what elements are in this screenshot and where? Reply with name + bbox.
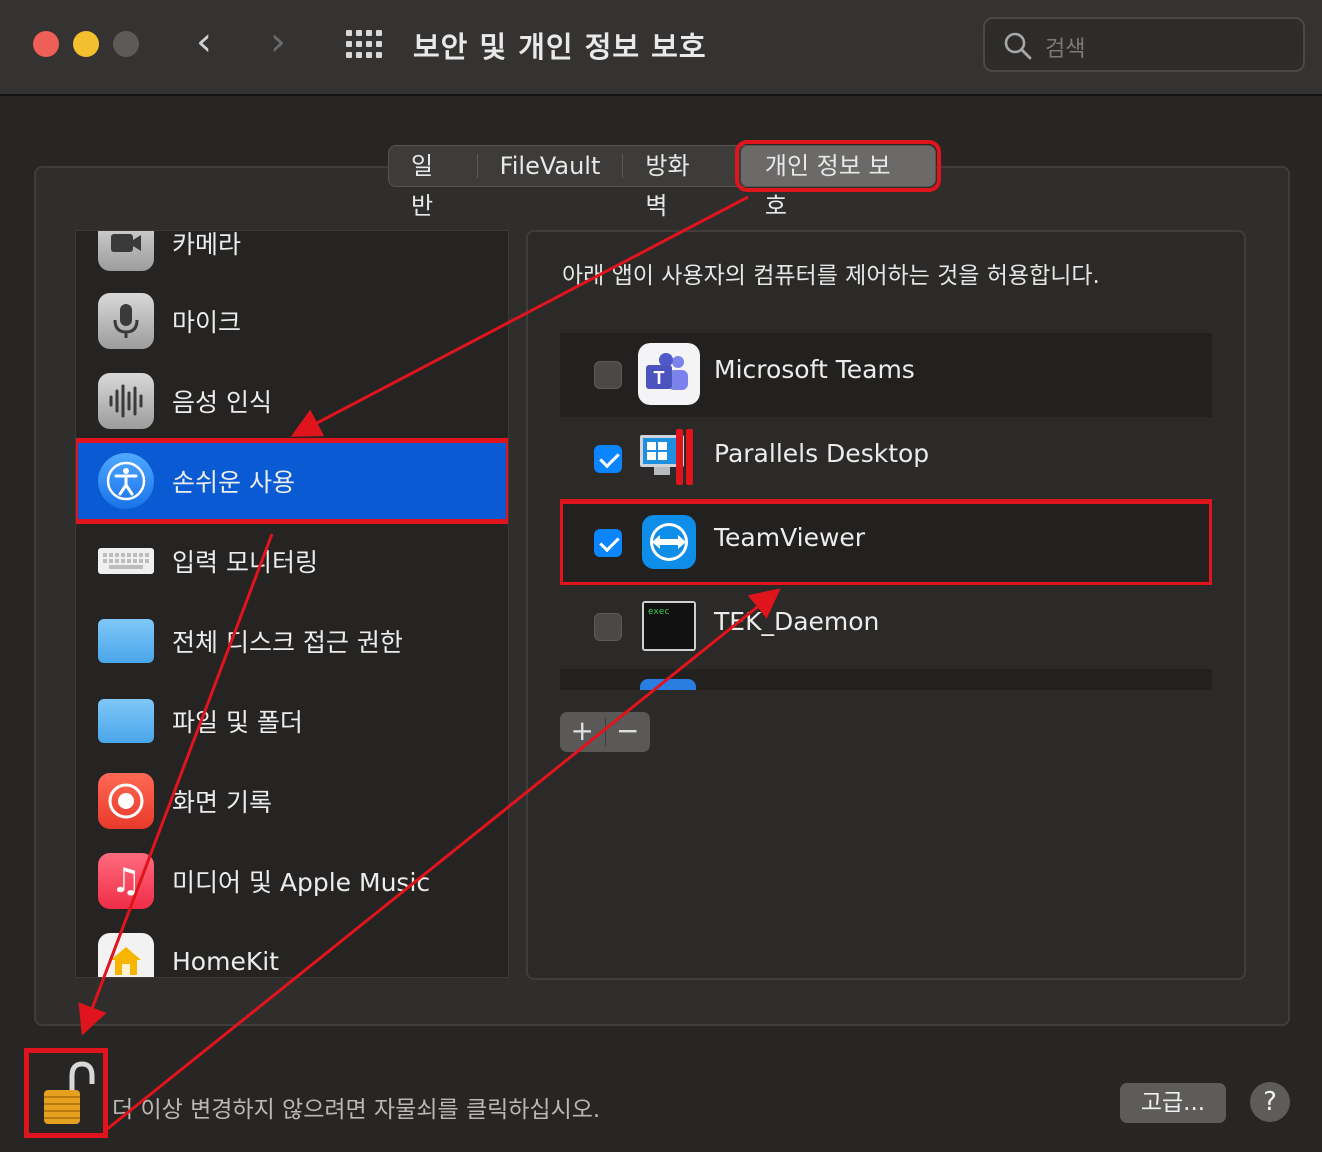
teamviewer-icon (642, 515, 696, 569)
svg-text:exec: exec (648, 607, 670, 617)
sidebar-item-label: 손쉬운 사용 (172, 468, 295, 497)
svg-text:T: T (654, 368, 665, 388)
permission-description: 아래 앱이 사용자의 컴퓨터를 제어하는 것을 허용합니다. (562, 263, 1100, 289)
remove-app-button[interactable]: − (606, 712, 651, 752)
app-checkbox[interactable] (594, 613, 622, 641)
home-icon (98, 933, 154, 977)
sidebar-item-full-disk-access[interactable]: 전체 디스크 접근 권한 (76, 601, 508, 681)
accessibility-icon (98, 453, 154, 509)
tab-privacy[interactable]: 개인 정보 보호 (734, 140, 942, 220)
advanced-button[interactable]: 고급... (1120, 1083, 1226, 1123)
search-input[interactable]: 검색 (1045, 31, 1085, 63)
window-title: 보안 및 개인 정보 보호 (413, 30, 707, 64)
screen-record-icon (98, 773, 154, 829)
search-field[interactable]: 검색 (983, 17, 1305, 72)
title-bar: ‹ › 보안 및 개인 정보 보호 검색 (0, 0, 1322, 96)
lock-instruction-text: 더 이상 변경하지 않으려면 자물쇠를 클릭하십시오. (112, 1097, 601, 1123)
sidebar-item-label: 화면 기록 (172, 788, 272, 817)
app-name: Parallels Desktop (714, 439, 930, 468)
back-arrow-icon[interactable]: ‹ (196, 22, 212, 62)
show-all-grid-icon[interactable] (346, 30, 384, 58)
app-row-teamviewer[interactable]: TeamViewer (560, 499, 1212, 587)
sidebar-item-label: 음성 인식 (172, 388, 272, 417)
parallels-desktop-icon (640, 429, 693, 485)
forward-arrow-icon[interactable]: › (270, 22, 286, 62)
sidebar-item-input-monitoring[interactable]: 입력 모니터링 (76, 521, 508, 601)
folder-icon (98, 699, 154, 743)
add-app-button[interactable]: + (560, 712, 605, 752)
app-icon-partial (640, 679, 696, 690)
sidebar-item-microphone[interactable]: 마이크 (76, 281, 508, 361)
keyboard-icon (98, 548, 154, 574)
sidebar-item-screen-recording[interactable]: 화면 기록 (76, 761, 508, 841)
speech-recognition-icon (98, 373, 154, 429)
microsoft-teams-icon: T (638, 343, 700, 405)
sidebar-item-label: 미디어 및 Apple Music (172, 868, 431, 897)
app-row-tek-daemon[interactable]: exec TEK_Daemon (560, 585, 1212, 669)
lock-button[interactable] (24, 1048, 108, 1138)
sidebar-item-label: 카메라 (172, 230, 242, 259)
app-row-parallels-desktop[interactable]: Parallels Desktop (560, 417, 1212, 501)
app-name: TEK_Daemon (714, 607, 880, 636)
sidebar-item-homekit[interactable]: HomeKit (76, 921, 508, 977)
minimize-window-button[interactable] (73, 31, 99, 57)
sidebar-item-accessibility[interactable]: 손쉬운 사용 (76, 438, 508, 524)
music-icon: ♫ (98, 853, 154, 909)
app-checkbox[interactable] (594, 445, 622, 473)
sidebar-item-files-and-folders[interactable]: 파일 및 폴더 (76, 681, 508, 761)
app-row-microsoft-teams[interactable]: T Microsoft Teams (560, 333, 1212, 417)
sidebar-item-label: 입력 모니터링 (172, 548, 318, 577)
unlocked-padlock-icon (44, 1061, 95, 1124)
sidebar-item-camera[interactable]: 카메라 (76, 230, 508, 283)
sidebar-item-media-apple-music[interactable]: ♫ 미디어 및 Apple Music (76, 841, 508, 921)
app-name: Microsoft Teams (714, 355, 915, 384)
camera-icon (98, 231, 154, 271)
privacy-category-list[interactable]: 카메라 마이크 음성 인식 손쉬운 사용 입력 모니터링 전체 디스크 접근 권… (75, 230, 509, 978)
folder-icon (98, 619, 154, 663)
help-button[interactable]: ? (1250, 1082, 1290, 1122)
tab-firewall[interactable]: 방화벽 (623, 146, 733, 220)
app-checkbox[interactable] (594, 361, 622, 389)
tab-filevault[interactable]: FileVault (478, 146, 623, 186)
close-window-button[interactable] (33, 31, 59, 57)
sidebar-item-speech-recognition[interactable]: 음성 인식 (76, 361, 508, 441)
search-icon (1004, 32, 1032, 60)
zoom-window-button[interactable] (113, 31, 139, 57)
add-remove-buttons: + − (560, 712, 650, 752)
tab-general[interactable]: 일반 (389, 146, 477, 220)
app-row-partial[interactable] (560, 669, 1212, 690)
app-checkbox[interactable] (594, 529, 622, 557)
terminal-exec-icon: exec (642, 601, 696, 651)
microphone-icon (98, 293, 154, 349)
sidebar-item-label: 전체 디스크 접근 권한 (172, 628, 403, 657)
app-list[interactable]: T Microsoft Teams Parallels Desktop Team… (560, 333, 1212, 690)
tab-bar: 일반 FileVault 방화벽 개인 정보 보호 (388, 140, 942, 220)
sidebar-item-label: 파일 및 폴더 (172, 708, 303, 737)
sidebar-item-label: 마이크 (172, 308, 242, 337)
app-name: TeamViewer (714, 523, 866, 552)
sidebar-item-label: HomeKit (172, 946, 279, 976)
